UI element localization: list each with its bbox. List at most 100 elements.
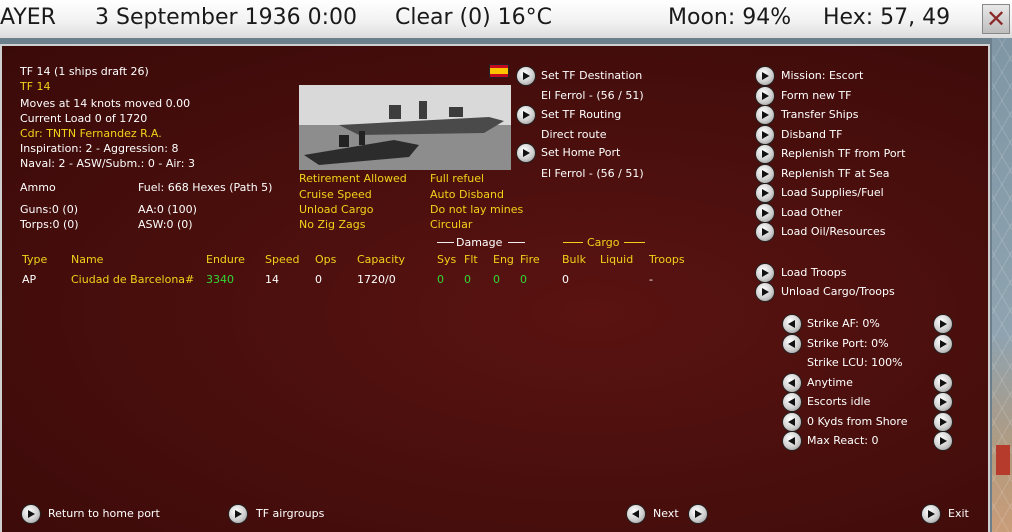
disband-tf-button[interactable]: Disband TF (781, 128, 842, 141)
arrow-right-icon[interactable] (517, 106, 535, 124)
col-bulk[interactable]: Bulk (562, 253, 586, 266)
option-refuel[interactable]: Full refuel (430, 172, 484, 185)
escorts-setting: Escorts idle (807, 395, 871, 408)
option-disband[interactable]: Auto Disband (430, 188, 504, 201)
arrow-left-icon[interactable] (783, 393, 801, 411)
arrow-right-icon[interactable] (756, 67, 774, 85)
arrow-right-icon[interactable] (934, 432, 952, 450)
arrow-left-icon[interactable] (627, 505, 645, 523)
option-circular[interactable]: Circular (430, 218, 472, 231)
arrow-right-icon[interactable] (756, 204, 774, 222)
col-endure[interactable]: Endure (206, 253, 245, 266)
arrow-right-icon[interactable] (934, 393, 952, 411)
torps-status: Torps:0 (0) (20, 218, 79, 231)
close-icon[interactable]: ✕ (982, 4, 1010, 34)
row-fire: 0 (520, 273, 527, 286)
col-name[interactable]: Name (71, 253, 103, 266)
set-destination-button[interactable]: Set TF Destination (541, 69, 642, 82)
tf-load: Current Load 0 of 1720 (20, 112, 148, 125)
set-routing-button[interactable]: Set TF Routing (541, 108, 621, 121)
transfer-ships-button[interactable]: Transfer Ships (781, 108, 858, 121)
col-liquid[interactable]: Liquid (600, 253, 633, 266)
moon-phase: Moon: 94% (668, 5, 792, 30)
col-eng[interactable]: Eng (493, 253, 514, 266)
return-home-button[interactable]: Return to home port (48, 507, 160, 520)
col-capacity[interactable]: Capacity (357, 253, 405, 266)
mission-button[interactable]: Mission: Escort (781, 69, 863, 82)
row-ship-name[interactable]: Ciudad de Barcelona# (71, 273, 194, 286)
load-troops-button[interactable]: Load Troops (781, 266, 846, 279)
arrow-right-icon[interactable] (689, 505, 707, 523)
max-react-setting: Max React: 0 (807, 434, 879, 447)
set-home-port-button[interactable]: Set Home Port (541, 146, 620, 159)
cargo-group-rule (624, 242, 645, 243)
arrow-right-icon[interactable] (756, 145, 774, 163)
load-supplies-button[interactable]: Load Supplies/Fuel (781, 186, 884, 199)
arrow-right-icon[interactable] (517, 67, 535, 85)
map-enemy-hex-marker (996, 445, 1010, 475)
arrow-right-icon[interactable] (756, 283, 774, 301)
replenish-port-button[interactable]: Replenish TF from Port (781, 147, 905, 160)
arrow-right-icon[interactable] (756, 126, 774, 144)
arrow-right-icon[interactable] (756, 223, 774, 241)
form-new-tf-button[interactable]: Form new TF (781, 89, 852, 102)
arrow-right-icon[interactable] (22, 505, 40, 523)
col-type[interactable]: Type (22, 253, 47, 266)
unload-cargo-troops-button[interactable]: Unload Cargo/Troops (781, 285, 895, 298)
arrow-left-icon[interactable] (783, 315, 801, 333)
shore-distance-setting: 0 Kyds from Shore (807, 415, 908, 428)
aa-status: AA:0 (100) (138, 203, 197, 216)
col-flt[interactable]: Flt (464, 253, 478, 266)
tf-airgroups-button[interactable]: TF airgroups (256, 507, 324, 520)
arrow-right-icon[interactable] (517, 144, 535, 162)
row-speed: 14 (265, 273, 279, 286)
row-eng: 0 (493, 273, 500, 286)
arrow-left-icon[interactable] (783, 374, 801, 392)
damage-group-rule (437, 242, 454, 243)
tf-name[interactable]: TF 14 (20, 80, 51, 93)
arrow-right-icon[interactable] (756, 165, 774, 183)
col-sys[interactable]: Sys (437, 253, 456, 266)
col-ops[interactable]: Ops (315, 253, 336, 266)
arrow-right-icon[interactable] (229, 505, 247, 523)
option-retirement[interactable]: Retirement Allowed (299, 172, 407, 185)
arrow-right-icon[interactable] (934, 413, 952, 431)
fuel-status: Fuel: 668 Hexes (Path 5) (138, 181, 273, 194)
option-speed[interactable]: Cruise Speed (299, 188, 372, 201)
arrow-right-icon[interactable] (934, 315, 952, 333)
arrow-right-icon[interactable] (756, 87, 774, 105)
arrow-right-icon[interactable] (756, 184, 774, 202)
arrow-left-icon[interactable] (783, 432, 801, 450)
cargo-group-rule (563, 242, 583, 243)
arrow-right-icon[interactable] (756, 264, 774, 282)
row-capacity: 1720/0 (357, 273, 396, 286)
row-troops: - (649, 273, 653, 286)
load-oil-button[interactable]: Load Oil/Resources (781, 225, 886, 238)
arrow-left-icon[interactable] (783, 413, 801, 431)
tf-inspiration: Inspiration: 2 - Aggression: 8 (20, 142, 179, 155)
top-status-bar: AYER 3 September 1936 0:00 Clear (0) 16°… (0, 0, 1012, 38)
next-button[interactable]: Next (653, 507, 679, 520)
arrow-left-icon[interactable] (783, 335, 801, 353)
option-mines[interactable]: Do not lay mines (430, 203, 523, 216)
option-unload[interactable]: Unload Cargo (299, 203, 374, 216)
guns-status: Guns:0 (0) (20, 203, 78, 216)
col-fire[interactable]: Fire (520, 253, 540, 266)
row-sys: 0 (437, 273, 444, 286)
col-troops[interactable]: Troops (649, 253, 685, 266)
row-bulk: 0 (562, 273, 569, 286)
exit-button[interactable]: Exit (948, 507, 969, 520)
tf-commander[interactable]: Cdr: TNTN Fernandez R.A. (20, 127, 162, 140)
arrow-right-icon[interactable] (934, 374, 952, 392)
arrow-right-icon[interactable] (934, 335, 952, 353)
option-zigzag[interactable]: No Zig Zags (299, 218, 366, 231)
replenish-sea-button[interactable]: Replenish TF at Sea (781, 167, 890, 180)
arrow-right-icon[interactable] (756, 106, 774, 124)
col-speed[interactable]: Speed (265, 253, 299, 266)
hex-coordinates: Hex: 57, 49 (823, 5, 951, 30)
weather: Clear (0) 16°C (395, 5, 553, 30)
arrow-right-icon[interactable] (922, 505, 940, 523)
tf-header: TF 14 (1 ships draft 26) (20, 65, 149, 78)
ship-photo (299, 85, 511, 170)
load-other-button[interactable]: Load Other (781, 206, 842, 219)
